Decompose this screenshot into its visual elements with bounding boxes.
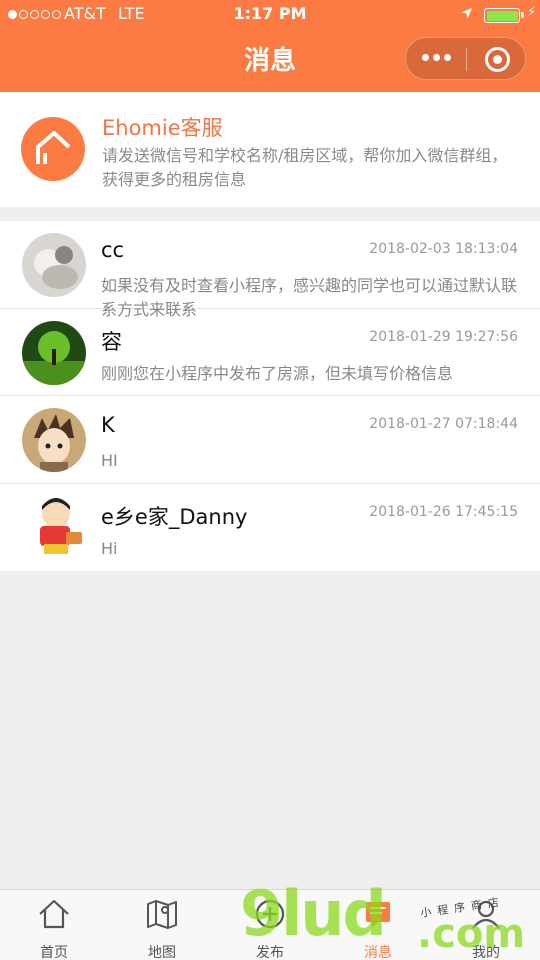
tab-label: 首页 xyxy=(40,945,68,960)
conversation-item[interactable]: 容 2018-01-29 19:27:56 刚刚您在小程序中发布了房源，但未填写… xyxy=(0,309,540,396)
avatar xyxy=(22,233,86,297)
tab-label: 我的 xyxy=(472,945,500,960)
contact-name: 容 xyxy=(101,329,122,354)
tab-profile[interactable]: 我的 xyxy=(432,890,540,960)
conversation-item[interactable]: cc 2018-02-03 18:13:04 如果没有及时查看小程序，感兴趣的同… xyxy=(0,221,540,319)
avatar xyxy=(22,495,86,560)
tab-publish[interactable]: 发布 xyxy=(216,890,324,960)
battery-icon xyxy=(484,8,520,23)
message-preview: Hi xyxy=(101,538,118,558)
contact-name: K xyxy=(101,413,115,437)
tab-home[interactable]: 首页 xyxy=(0,890,108,960)
charging-icon: ⚡ xyxy=(527,5,537,20)
app-header: AT&T LTE 1:17 PM ⚡ 消息 xyxy=(0,0,540,92)
conversation-item[interactable]: K 2018-01-27 07:18:44 HI xyxy=(0,396,540,484)
home-icon xyxy=(39,899,69,929)
message-preview: 刚刚您在小程序中发布了房源，但未填写价格信息 xyxy=(101,363,454,383)
add-icon xyxy=(255,899,285,929)
user-icon xyxy=(472,900,500,929)
tab-bar: 首页 地图 发布 消息 我的 xyxy=(0,889,540,960)
message-preview: HI xyxy=(101,451,118,470)
tab-label: 地图 xyxy=(148,945,176,960)
service-description: 请发送微信号和学校名称/租房区域，帮你加入微信群组，获得更多的租房信息 xyxy=(102,146,508,189)
status-bar: AT&T LTE 1:17 PM ⚡ xyxy=(0,0,540,30)
tab-messages[interactable]: 消息 xyxy=(324,890,432,960)
more-options-icon[interactable] xyxy=(422,54,451,61)
contact-name: cc xyxy=(101,238,125,262)
tab-label: 消息 xyxy=(364,945,392,960)
message-time: 2018-01-29 19:27:56 xyxy=(369,328,518,345)
customer-service-item[interactable]: Ehomie客服 请发送微信号和学校名称/租房区域，帮你加入微信群组，获得更多的… xyxy=(0,92,540,207)
avatar xyxy=(22,320,86,385)
close-miniprogram-icon[interactable] xyxy=(485,47,510,72)
tab-map[interactable]: 地图 xyxy=(108,890,216,960)
house-icon xyxy=(36,131,71,164)
contact-name: e乡e家_Danny xyxy=(101,504,248,529)
service-avatar xyxy=(21,117,85,181)
map-icon xyxy=(147,900,177,929)
conversation-list: cc 2018-02-03 18:13:04 如果没有及时查看小程序，感兴趣的同… xyxy=(0,221,540,571)
message-time: 2018-01-27 07:18:44 xyxy=(369,416,518,432)
battery-cap xyxy=(521,12,524,18)
tab-label: 发布 xyxy=(256,945,284,960)
avatar xyxy=(22,408,86,472)
conversation-item[interactable]: e乡e家_Danny 2018-01-26 17:45:15 Hi xyxy=(0,484,540,572)
message-icon xyxy=(366,902,390,927)
message-time: 2018-02-03 18:13:04 xyxy=(369,241,518,257)
miniprogram-capsule xyxy=(405,37,526,80)
service-name: Ehomie客服 xyxy=(102,116,223,140)
capsule-divider xyxy=(466,48,467,71)
location-arrow-icon xyxy=(461,8,472,19)
message-time: 2018-01-26 17:45:15 xyxy=(369,503,518,520)
status-time: 1:17 PM xyxy=(233,4,307,23)
